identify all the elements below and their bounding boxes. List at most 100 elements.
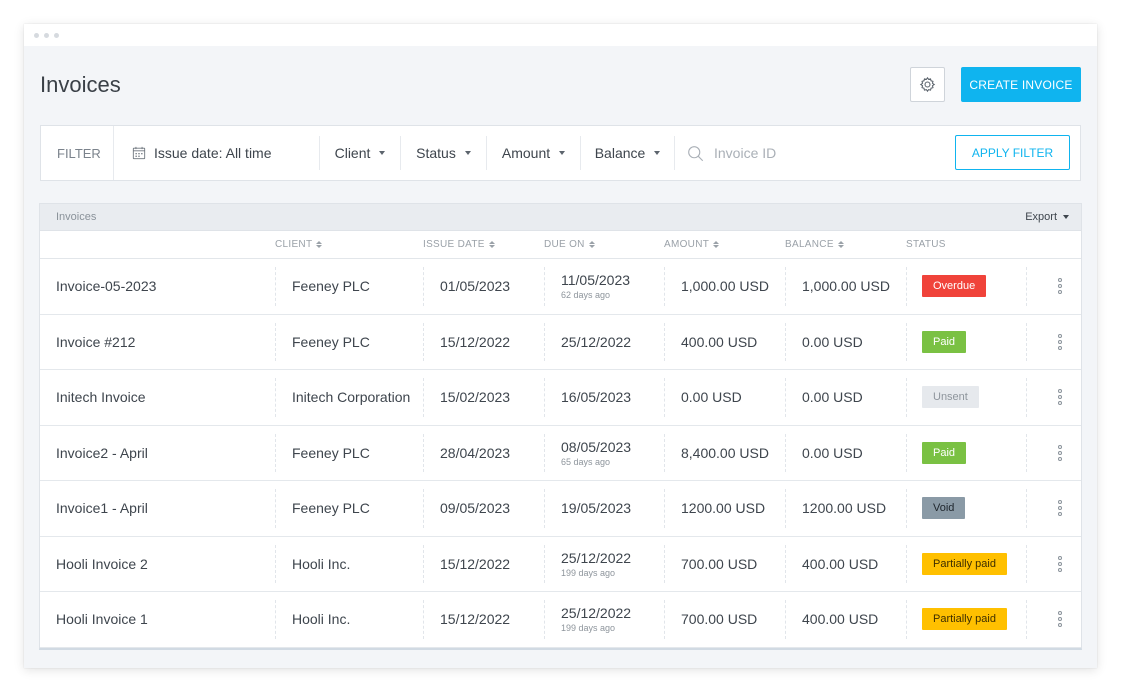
row-actions-menu[interactable] bbox=[1054, 554, 1066, 574]
client-cell: Feeney PLC bbox=[292, 259, 370, 314]
balance-cell: 0.00 USD bbox=[802, 315, 863, 370]
kebab-dot-icon bbox=[1058, 278, 1062, 283]
invoice-name-cell: Initech Invoice bbox=[56, 370, 146, 425]
filter-client-dropdown[interactable]: Client bbox=[320, 136, 401, 170]
invoice-name-cell: Invoice1 - April bbox=[56, 481, 148, 536]
apply-filter-button[interactable]: APPLY FILTER bbox=[955, 135, 1070, 170]
client-name: Hooli Inc. bbox=[292, 555, 351, 572]
amount-value: 400.00 USD bbox=[681, 333, 758, 350]
balance-value: 0.00 USD bbox=[802, 444, 863, 461]
filter-client-label: Client bbox=[334, 145, 371, 161]
invoice-name-cell: Hooli Invoice 1 bbox=[56, 592, 148, 647]
kebab-dot-icon bbox=[1058, 506, 1062, 511]
kebab-dot-icon bbox=[1058, 456, 1062, 461]
kebab-dot-icon bbox=[1058, 500, 1062, 505]
table-row[interactable]: Invoice #212 Feeney PLC 15/12/2022 25/12… bbox=[40, 315, 1081, 370]
balance-value: 400.00 USD bbox=[802, 555, 879, 572]
filter-status-dropdown[interactable]: Status bbox=[401, 136, 487, 170]
issue-date-cell: 28/04/2023 bbox=[440, 426, 510, 481]
create-invoice-button[interactable]: CREATE INVOICE bbox=[961, 67, 1081, 102]
filter-status-label: Status bbox=[416, 145, 456, 161]
kebab-dot-icon bbox=[1058, 401, 1062, 406]
amount-cell: 400.00 USD bbox=[681, 315, 757, 370]
filter-issue-date[interactable]: Issue date: All time bbox=[114, 136, 320, 170]
invoices-table: Invoices Export CLIENT ISSUE DATE DUE ON… bbox=[39, 203, 1082, 650]
caret-down-icon bbox=[654, 151, 661, 155]
table-header: CLIENT ISSUE DATE DUE ON AMOUNT BALANCE … bbox=[40, 231, 1081, 259]
due-on-cell: 25/12/2022 bbox=[561, 315, 631, 370]
issue-date: 01/05/2023 bbox=[440, 278, 511, 295]
caret-down-icon bbox=[464, 151, 471, 155]
invoice-name[interactable]: Hooli Invoice 2 bbox=[56, 556, 148, 572]
page-header: Invoices CREATE INVOICE bbox=[24, 46, 1097, 126]
column-header-amount[interactable]: AMOUNT bbox=[664, 239, 720, 250]
export-label: Export bbox=[1025, 211, 1057, 223]
due-date: 11/05/2023 bbox=[561, 272, 631, 289]
status-badge: Paid bbox=[922, 330, 967, 353]
row-actions-menu[interactable] bbox=[1054, 332, 1066, 352]
due-relative: 62 days ago bbox=[561, 290, 611, 301]
amount-value: 8,400.00 USD bbox=[681, 444, 769, 461]
issue-date-cell: 15/12/2022 bbox=[440, 315, 510, 370]
table-row[interactable]: Hooli Invoice 2 Hooli Inc. 15/12/2022 25… bbox=[40, 537, 1081, 592]
client-cell: Feeney PLC bbox=[292, 315, 370, 370]
issue-date: 15/12/2022 bbox=[440, 333, 511, 350]
invoice-id-input[interactable] bbox=[714, 145, 914, 161]
invoice-name[interactable]: Hooli Invoice 1 bbox=[56, 611, 148, 627]
kebab-dot-icon bbox=[1058, 512, 1062, 517]
amount-value: 0.00 USD bbox=[681, 389, 742, 406]
row-actions-menu[interactable] bbox=[1054, 443, 1066, 463]
row-actions-menu[interactable] bbox=[1054, 387, 1066, 407]
invoice-name[interactable]: Invoice-05-2023 bbox=[56, 278, 156, 294]
amount-cell: 8,400.00 USD bbox=[681, 426, 769, 481]
table-row[interactable]: Hooli Invoice 1 Hooli Inc. 15/12/2022 25… bbox=[40, 592, 1081, 648]
column-header-label: ISSUE DATE bbox=[423, 239, 485, 250]
issue-date-cell: 09/05/2023 bbox=[440, 481, 510, 536]
column-header-issue-date[interactable]: ISSUE DATE bbox=[423, 239, 495, 250]
column-header-due-on[interactable]: DUE ON bbox=[544, 239, 595, 250]
row-actions-menu[interactable] bbox=[1054, 276, 1066, 296]
status-cell: Paid bbox=[922, 426, 967, 481]
column-header-balance[interactable]: BALANCE bbox=[785, 239, 844, 250]
status-badge: Partially paid bbox=[922, 552, 1007, 575]
due-on-cell: 11/05/2023 62 days ago bbox=[561, 259, 630, 314]
table-row[interactable]: Invoice-05-2023 Feeney PLC 01/05/2023 11… bbox=[40, 259, 1081, 315]
invoice-id-search bbox=[675, 136, 935, 170]
invoice-name[interactable]: Invoice1 - April bbox=[56, 500, 148, 516]
column-header-label: STATUS bbox=[906, 239, 946, 250]
kebab-dot-icon bbox=[1058, 567, 1062, 572]
sort-icon bbox=[713, 241, 720, 248]
caret-down-icon bbox=[379, 151, 386, 155]
issue-date-cell: 15/12/2022 bbox=[440, 537, 510, 592]
client-name: Feeney PLC bbox=[292, 444, 370, 461]
table-row[interactable]: Invoice2 - April Feeney PLC 28/04/2023 0… bbox=[40, 426, 1081, 481]
row-actions-menu[interactable] bbox=[1054, 498, 1066, 518]
filter-balance-dropdown[interactable]: Balance bbox=[581, 136, 675, 170]
amount-value: 700.00 USD bbox=[681, 611, 758, 628]
page-title: Invoices bbox=[40, 72, 121, 97]
issue-date-cell: 01/05/2023 bbox=[440, 259, 510, 314]
client-cell: Feeney PLC bbox=[292, 426, 370, 481]
due-date: 25/12/2022 bbox=[561, 549, 632, 566]
kebab-dot-icon bbox=[1058, 339, 1062, 344]
column-header-client[interactable]: CLIENT bbox=[275, 239, 323, 250]
export-dropdown[interactable]: Export bbox=[1025, 211, 1069, 223]
window-titlebar bbox=[24, 24, 1097, 46]
issue-date: 15/12/2022 bbox=[440, 611, 511, 628]
balance-value: 1200.00 USD bbox=[802, 500, 887, 517]
invoice-name[interactable]: Initech Invoice bbox=[56, 389, 146, 405]
balance-cell: 0.00 USD bbox=[802, 426, 863, 481]
table-row[interactable]: Initech Invoice Initech Corporation 15/0… bbox=[40, 370, 1081, 426]
due-on-cell: 25/12/2022 199 days ago bbox=[561, 592, 631, 647]
table-body: Invoice-05-2023 Feeney PLC 01/05/2023 11… bbox=[40, 259, 1081, 648]
balance-value: 1,000.00 USD bbox=[802, 278, 890, 295]
row-actions-menu[interactable] bbox=[1054, 609, 1066, 629]
settings-button[interactable] bbox=[910, 67, 945, 102]
filter-amount-dropdown[interactable]: Amount bbox=[487, 136, 581, 170]
invoice-name[interactable]: Invoice #212 bbox=[56, 334, 135, 350]
table-row[interactable]: Invoice1 - April Feeney PLC 09/05/2023 1… bbox=[40, 481, 1081, 537]
invoice-name[interactable]: Invoice2 - April bbox=[56, 445, 148, 461]
kebab-dot-icon bbox=[1058, 617, 1062, 622]
client-name: Feeney PLC bbox=[292, 333, 370, 350]
amount-cell: 1200.00 USD bbox=[681, 481, 765, 536]
